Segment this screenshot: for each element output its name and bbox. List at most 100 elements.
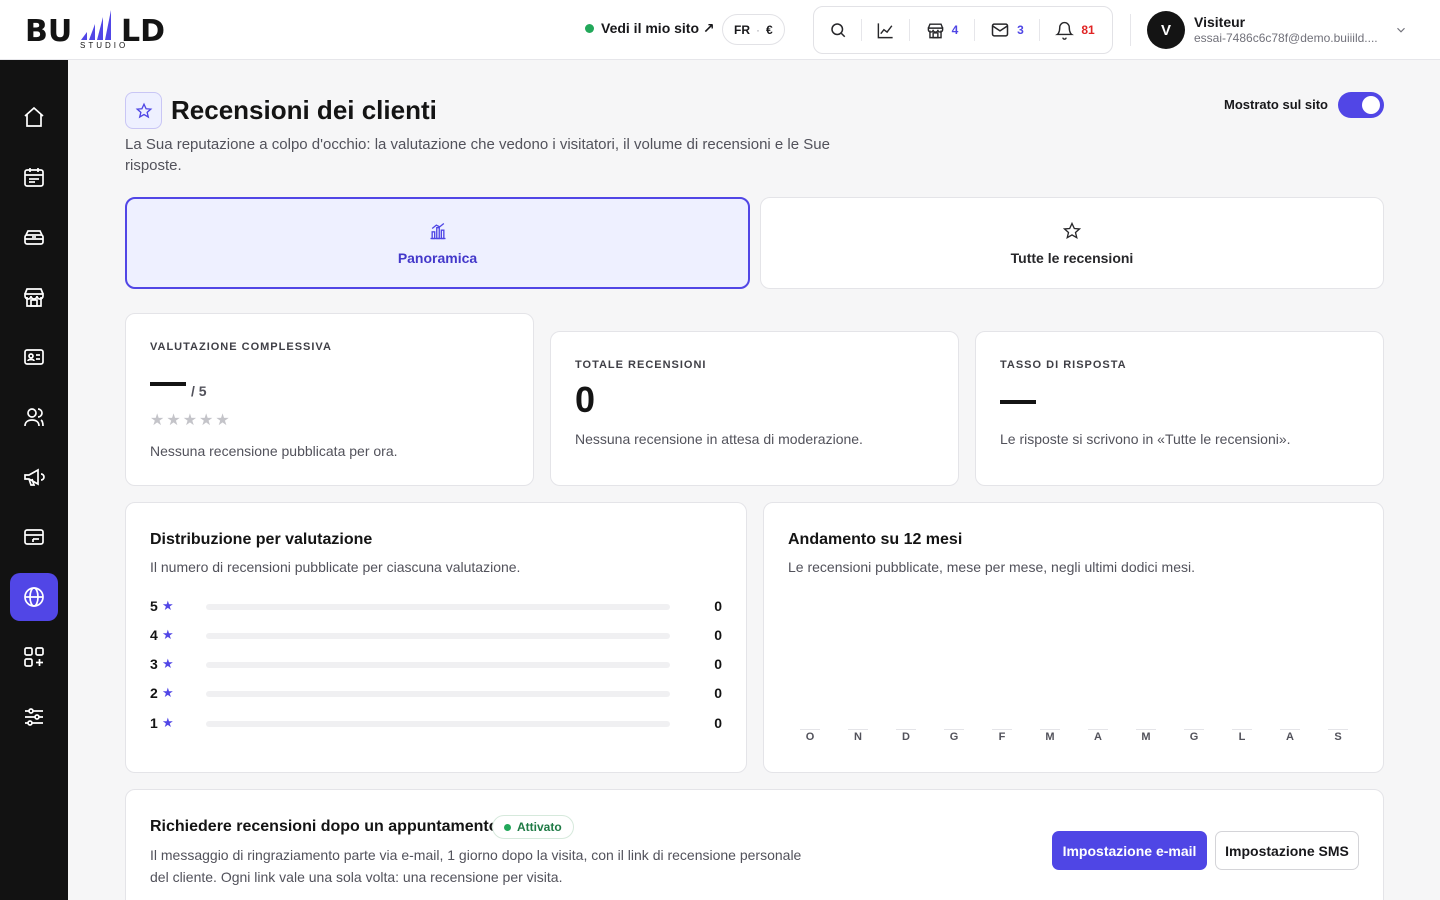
total-reviews-note: Nessuna recensione in attesa di moderazi…	[575, 431, 863, 447]
messages-count: 3	[1017, 23, 1024, 37]
overall-rating-value	[150, 382, 186, 386]
home-icon	[24, 106, 44, 127]
trend-description: Le recensioni pubblicate, mese per mese,…	[788, 559, 1195, 575]
rating-value: 3	[150, 656, 158, 672]
topbar-divider	[1130, 14, 1131, 46]
month-baseline	[1184, 729, 1204, 730]
month-baseline	[944, 729, 964, 730]
rating-count: 0	[714, 627, 722, 643]
status-badge-label: Attivato	[517, 820, 562, 834]
brand-logo[interactable]: BU LD STUDIO	[25, 8, 185, 52]
total-reviews-value: 0	[575, 379, 596, 420]
tab-overview[interactable]: Panoramica	[125, 197, 750, 289]
month-baseline	[800, 729, 820, 730]
month-label: G	[1189, 731, 1199, 743]
rating-row-3: 3 ★ 0	[150, 656, 722, 674]
shop-button[interactable]: 4	[910, 6, 974, 54]
star-outline-icon	[135, 102, 152, 118]
overall-rating-stars: ★★★★★	[150, 412, 232, 429]
month-label: S	[1334, 731, 1342, 743]
rating-row-2: 2 ★ 0	[150, 685, 722, 703]
tray-stack-icon	[24, 230, 44, 245]
star-icon: ★	[162, 715, 174, 730]
month-label: M	[1141, 731, 1151, 743]
month-baseline	[1232, 729, 1252, 730]
sidebar-item-website[interactable]	[10, 573, 58, 621]
star-icon: ★	[162, 685, 174, 700]
response-rate-value	[1000, 400, 1036, 404]
star-icon: ★	[162, 627, 174, 642]
sidebar-item-team[interactable]	[10, 393, 58, 441]
separator-dot: ·	[756, 22, 760, 37]
view-site-link[interactable]: Vedi il mio sito ↗	[585, 20, 715, 37]
sidebar-item-settings[interactable]	[10, 693, 58, 741]
page-description: La Sua reputazione a colpo d'occhio: la …	[125, 136, 830, 174]
search-button[interactable]	[814, 6, 861, 54]
sidebar-item-services[interactable]	[10, 213, 58, 261]
month-label: L	[1238, 731, 1246, 743]
bar-chart-icon	[430, 222, 445, 239]
sidebar-item-payments[interactable]	[10, 513, 58, 561]
tab-all-reviews-label: Tutte le recensioni	[1010, 249, 1134, 266]
calendar-icon	[24, 168, 44, 187]
tab-all-reviews[interactable]: Tutte le recensioni	[760, 197, 1384, 289]
email-settings-button[interactable]: Impostazione e-mail	[1052, 831, 1207, 870]
show-on-site-toggle[interactable]	[1338, 92, 1384, 118]
user-name[interactable]: Visiteur	[1194, 14, 1245, 30]
month-label: F	[998, 731, 1006, 743]
rating-value: 4	[150, 627, 158, 643]
rating-count: 0	[714, 685, 722, 701]
apps-add-icon	[24, 647, 44, 667]
trend-card: Andamento su 12 mesi Le recensioni pubbl…	[763, 502, 1384, 773]
rating-distribution-card: Distribuzione per valutazione Il numero …	[125, 502, 747, 773]
sidebar-item-marketing[interactable]	[10, 453, 58, 501]
month-label: D	[902, 731, 910, 743]
avatar[interactable]: V	[1147, 11, 1185, 49]
chevron-down-icon[interactable]	[1394, 23, 1408, 37]
tab-overview-label: Panoramica	[397, 249, 478, 266]
rating-row-4: 4 ★ 0	[150, 627, 722, 645]
star-outline-icon	[1062, 221, 1082, 239]
language-code: FR	[734, 22, 750, 37]
month-label: G	[949, 731, 959, 743]
sidebar	[0, 60, 68, 900]
messages-button[interactable]: 3	[975, 6, 1039, 54]
mail-icon	[991, 23, 1009, 37]
star-icon: ★	[162, 598, 174, 613]
rating-count: 0	[714, 656, 722, 672]
globe-icon	[24, 587, 44, 607]
status-dot	[504, 823, 511, 831]
notifications-count: 81	[1081, 23, 1095, 37]
rating-row-5: 5 ★ 0	[150, 598, 722, 616]
sidebar-item-shop[interactable]	[10, 273, 58, 321]
svg-text:BU: BU	[25, 14, 72, 49]
month-label: A	[1094, 731, 1102, 743]
sidebar-item-home[interactable]	[10, 93, 58, 141]
sliders-icon	[25, 708, 43, 726]
total-reviews-card: TOTALE RECENSIONI 0 Nessuna recensione i…	[550, 331, 959, 486]
currency-symbol: €	[766, 22, 773, 37]
response-rate-card: TASSO DI RISPOSTA Le risposte si scrivon…	[975, 331, 1384, 486]
sidebar-item-contacts[interactable]	[10, 333, 58, 381]
response-rate-note: Le risposte si scrivono in «Tutte le rec…	[1000, 431, 1291, 447]
rating-value: 5	[150, 598, 158, 614]
notifications-button[interactable]: 81	[1040, 6, 1110, 54]
rating-row-1: 1 ★ 0	[150, 715, 722, 733]
sidebar-item-apps[interactable]	[10, 633, 58, 681]
rating-distribution-title: Distribuzione per valutazione	[150, 531, 373, 548]
overall-rating-card: VALUTAZIONE COMPLESSIVA / 5 ★★★★★ Nessun…	[125, 313, 534, 486]
rating-count: 0	[714, 715, 722, 731]
search-icon	[830, 23, 845, 38]
month-label: A	[1286, 731, 1294, 743]
language-currency-selector[interactable]: FR · €	[722, 14, 785, 45]
sms-settings-button[interactable]: Impostazione SMS	[1215, 831, 1359, 870]
review-request-card: Richiedere recensioni dopo un appuntamen…	[125, 789, 1384, 900]
rating-bar	[206, 633, 670, 639]
rating-bar	[206, 691, 670, 697]
page-title-star-icon	[125, 92, 162, 129]
megaphone-icon	[24, 468, 45, 486]
review-request-description: Il messaggio di ringraziamento parte via…	[150, 847, 802, 885]
sidebar-item-calendar[interactable]	[10, 153, 58, 201]
analytics-button[interactable]	[862, 6, 909, 54]
user-email: essai-7486c6c78f@demo.buiiild....	[1194, 31, 1378, 45]
